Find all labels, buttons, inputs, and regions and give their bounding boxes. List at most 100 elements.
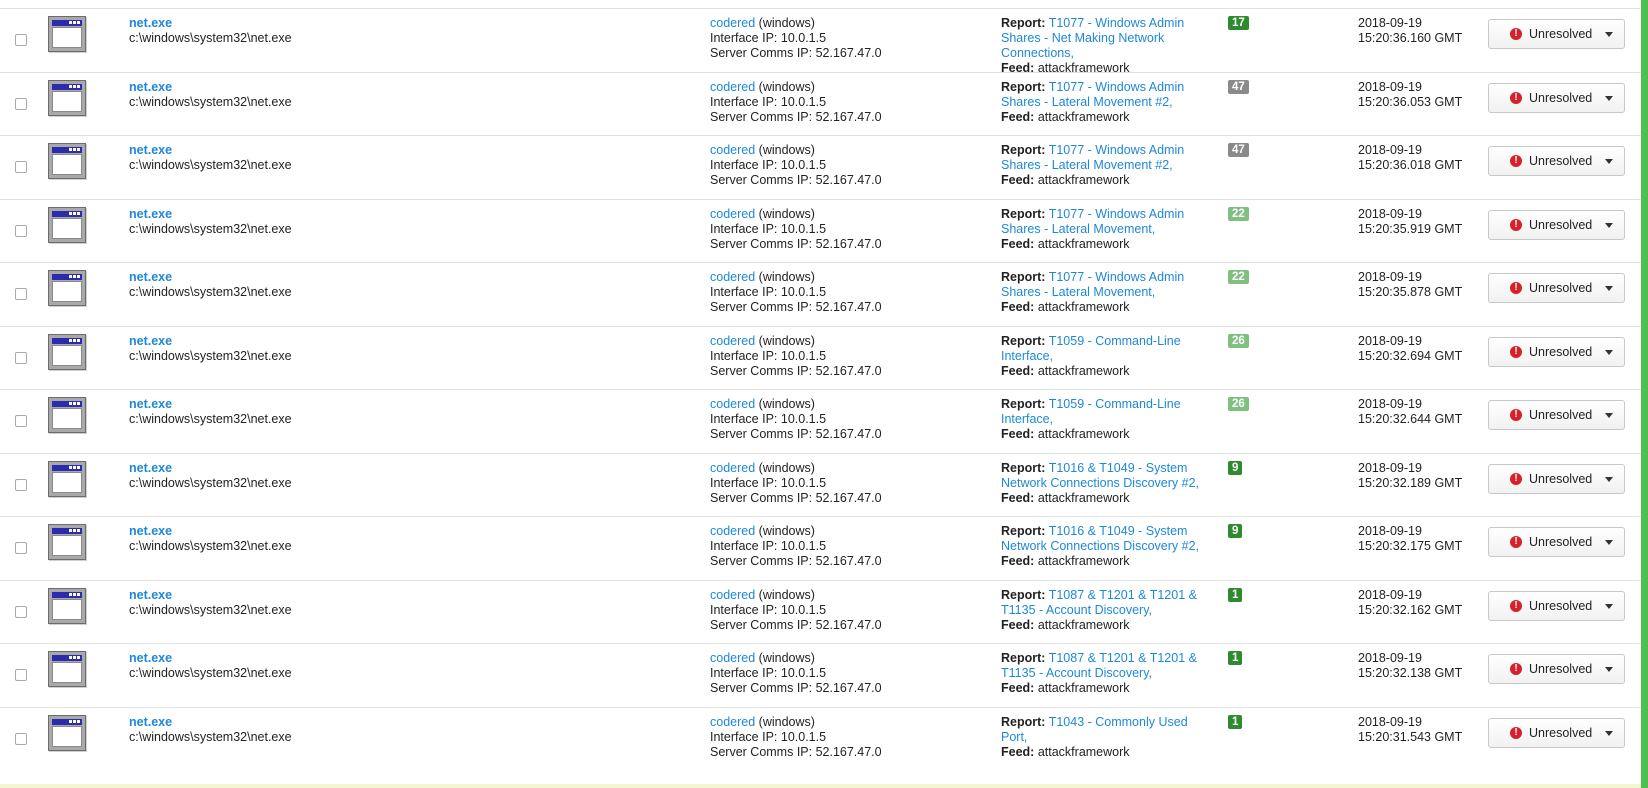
process-name-link[interactable]: net.exe	[129, 207, 292, 222]
status-dropdown-button[interactable]: ! Unresolved	[1488, 82, 1625, 113]
process-path: c:\windows\system32\net.exe	[129, 666, 292, 680]
report-text: Report: T1077 - Windows Admin Shares - La…	[1001, 207, 1206, 237]
report-link[interactable]: T1077 - Windows Admin	[1049, 143, 1184, 157]
interface-ip: Interface IP: 10.0.1.5	[710, 666, 827, 680]
report-link[interactable]: T1016 & T1049 - System	[1049, 524, 1188, 538]
host-os: (windows)	[758, 206, 815, 221]
process-name-link[interactable]: net.exe	[129, 270, 292, 285]
server-comms-ip: Server Comms IP: 52.167.47.0	[710, 109, 882, 124]
report-link[interactable]: T1087 & T1201 & T1201 &	[1049, 651, 1197, 665]
report-link[interactable]: T1077 - Windows Admin	[1049, 16, 1184, 30]
status-dropdown-button[interactable]: ! Unresolved	[1488, 336, 1625, 367]
host-link[interactable]: codered	[710, 16, 755, 30]
report-link[interactable]: T1059 - Command-Line	[1049, 397, 1181, 411]
host-link[interactable]: codered	[710, 334, 755, 348]
process-name-link[interactable]: net.exe	[129, 143, 292, 158]
row-checkbox[interactable]	[15, 288, 27, 300]
host-link[interactable]: codered	[710, 715, 755, 729]
row-checkbox[interactable]	[15, 605, 27, 618]
report-link[interactable]: T1087 & T1201 & T1201 &	[1049, 588, 1197, 602]
report-link[interactable]: T1135 - Account Discovery,	[1001, 666, 1152, 680]
report-link[interactable]: Shares - Lateral Movement,	[1001, 222, 1155, 236]
report-link[interactable]: Connections,	[1001, 46, 1074, 60]
process-name-link[interactable]: net.exe	[129, 651, 292, 666]
host-link[interactable]: codered	[710, 80, 755, 94]
process-cell: net.exe c:\windows\system32\net.exe	[129, 588, 292, 618]
report-link[interactable]: Interface,	[1001, 349, 1053, 363]
status-dropdown-button[interactable]: ! Unresolved	[1488, 209, 1625, 240]
alert-icon: !	[1510, 536, 1522, 548]
status-dropdown-button[interactable]: ! Unresolved	[1488, 463, 1625, 494]
host-link[interactable]: codered	[710, 143, 755, 157]
report-link[interactable]: T1077 - Windows Admin	[1049, 207, 1184, 221]
status-dropdown-button[interactable]: ! Unresolved	[1488, 527, 1625, 557]
report-cell: Report: T1077 - Windows Admin Shares - Ne…	[1001, 16, 1206, 76]
host-link[interactable]: codered	[710, 651, 755, 665]
report-link[interactable]: T1077 - Windows Admin	[1049, 270, 1184, 284]
process-name-link[interactable]: net.exe	[129, 80, 292, 95]
interface-ip: Interface IP: 10.0.1.5	[710, 158, 827, 172]
process-name-link[interactable]: net.exe	[129, 397, 292, 412]
report-link[interactable]: T1135 - Account Discovery,	[1001, 603, 1152, 617]
report-prefix: Report:	[1001, 587, 1046, 602]
report-link[interactable]: T1077 - Windows Admin	[1049, 80, 1184, 94]
host-link[interactable]: codered	[710, 461, 755, 475]
report-prefix: Report:	[1001, 397, 1046, 411]
event-date: 2018-09-19	[1358, 206, 1422, 221]
process-name-link[interactable]: net.exe	[129, 334, 292, 349]
chevron-down-icon	[1605, 476, 1613, 482]
report-prefix: Report:	[1001, 714, 1046, 729]
row-checkbox[interactable]	[15, 732, 27, 745]
report-link[interactable]: Interface,	[1001, 412, 1053, 426]
row-checkbox[interactable]	[15, 478, 27, 491]
host-link[interactable]: codered	[710, 207, 755, 221]
report-link[interactable]: T1043 - Commonly Used	[1049, 715, 1188, 729]
row-checkbox[interactable]	[15, 34, 27, 46]
report-link[interactable]: T1059 - Command-Line	[1049, 334, 1181, 348]
row-checkbox[interactable]	[15, 351, 27, 364]
process-path: c:\windows\system32\net.exe	[129, 475, 292, 490]
host-link[interactable]: codered	[710, 524, 755, 538]
status-dropdown-button[interactable]: ! Unresolved	[1488, 146, 1625, 176]
table-row: net.exe c:\windows\system32\net.exe code…	[0, 517, 1641, 581]
report-text: Report: T1077 - Windows Admin Shares - La…	[1001, 80, 1206, 110]
row-checkbox[interactable]	[15, 669, 27, 681]
status-dropdown-button[interactable]: ! Unresolved	[1488, 273, 1625, 303]
report-link[interactable]: Shares - Lateral Movement,	[1001, 285, 1155, 299]
status-dropdown-button[interactable]: ! Unresolved	[1488, 19, 1625, 49]
report-link[interactable]: Network Connections Discovery #2,	[1001, 539, 1199, 553]
row-checkbox[interactable]	[15, 224, 27, 237]
status-dropdown-button[interactable]: ! Unresolved	[1488, 654, 1625, 684]
row-checkbox[interactable]	[15, 161, 27, 173]
status-label: Unresolved	[1529, 27, 1593, 41]
report-link[interactable]: Shares - Lateral Movement #2,	[1001, 95, 1173, 109]
process-name-link[interactable]: net.exe	[129, 16, 292, 31]
row-checkbox[interactable]	[15, 97, 27, 110]
row-checkbox[interactable]	[15, 542, 27, 554]
host-link[interactable]: codered	[710, 270, 755, 284]
status-dropdown-button[interactable]: ! Unresolved	[1488, 717, 1625, 748]
alert-icon: !	[1510, 28, 1522, 40]
process-name-link[interactable]: net.exe	[129, 461, 292, 476]
server-comms-ip: Server Comms IP: 52.167.47.0	[710, 744, 882, 759]
report-link[interactable]: T1016 & T1049 - System	[1049, 461, 1188, 475]
status-label: Unresolved	[1529, 662, 1593, 676]
report-link[interactable]: Shares - Lateral Movement #2,	[1001, 158, 1173, 172]
report-link[interactable]: Port,	[1001, 730, 1027, 744]
report-cell: Report: T1059 - Command-Line Interface, F…	[1001, 334, 1206, 379]
interface-ip: Interface IP: 10.0.1.5	[710, 348, 827, 363]
event-time: 15:20:32.644 GMT	[1358, 412, 1463, 426]
host-os: (windows)	[758, 524, 815, 538]
report-link[interactable]: Shares - Net Making Network	[1001, 31, 1164, 45]
process-name-link[interactable]: net.exe	[129, 588, 292, 603]
host-link[interactable]: codered	[710, 588, 755, 602]
row-checkbox[interactable]	[15, 415, 27, 427]
process-name-link[interactable]: net.exe	[129, 715, 292, 730]
process-name-link[interactable]: net.exe	[129, 524, 292, 539]
event-time: 15:20:36.053 GMT	[1358, 94, 1463, 109]
status-dropdown-button[interactable]: ! Unresolved	[1488, 400, 1625, 430]
status-dropdown-button[interactable]: ! Unresolved	[1488, 590, 1625, 621]
process-cell: net.exe c:\windows\system32\net.exe	[129, 80, 292, 110]
host-link[interactable]: codered	[710, 397, 755, 411]
report-link[interactable]: Network Connections Discovery #2,	[1001, 476, 1199, 490]
